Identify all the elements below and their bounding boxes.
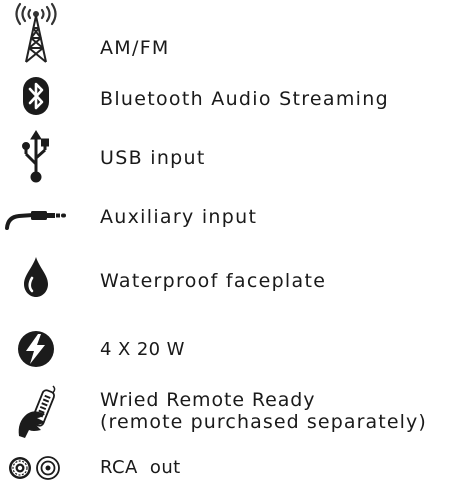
rca-connector-icon (0, 454, 76, 482)
feature-label: USB input (100, 147, 206, 169)
feature-label-group: Wried Remote Ready (remote purchased sep… (100, 389, 427, 433)
water-drop-icon (0, 254, 76, 300)
feature-label: RCA out (100, 457, 181, 478)
radio-tower-icon (0, 2, 76, 64)
feature-label: Wried Remote Ready (100, 389, 316, 411)
power-bolt-icon (0, 328, 76, 370)
feature-sublabel: (remote purchased separately) (100, 411, 427, 433)
feature-label: AM/FM (100, 37, 170, 59)
feature-label: Auxiliary input (100, 206, 258, 228)
aux-cable-icon (0, 202, 76, 232)
feature-label: Bluetooth Audio Streaming (100, 88, 389, 110)
bluetooth-icon (0, 74, 76, 118)
wired-remote-icon (0, 384, 78, 440)
feature-label: Waterproof faceplate (100, 270, 327, 292)
usb-icon (0, 130, 76, 184)
feature-label: 4 X 20 W (100, 339, 185, 360)
